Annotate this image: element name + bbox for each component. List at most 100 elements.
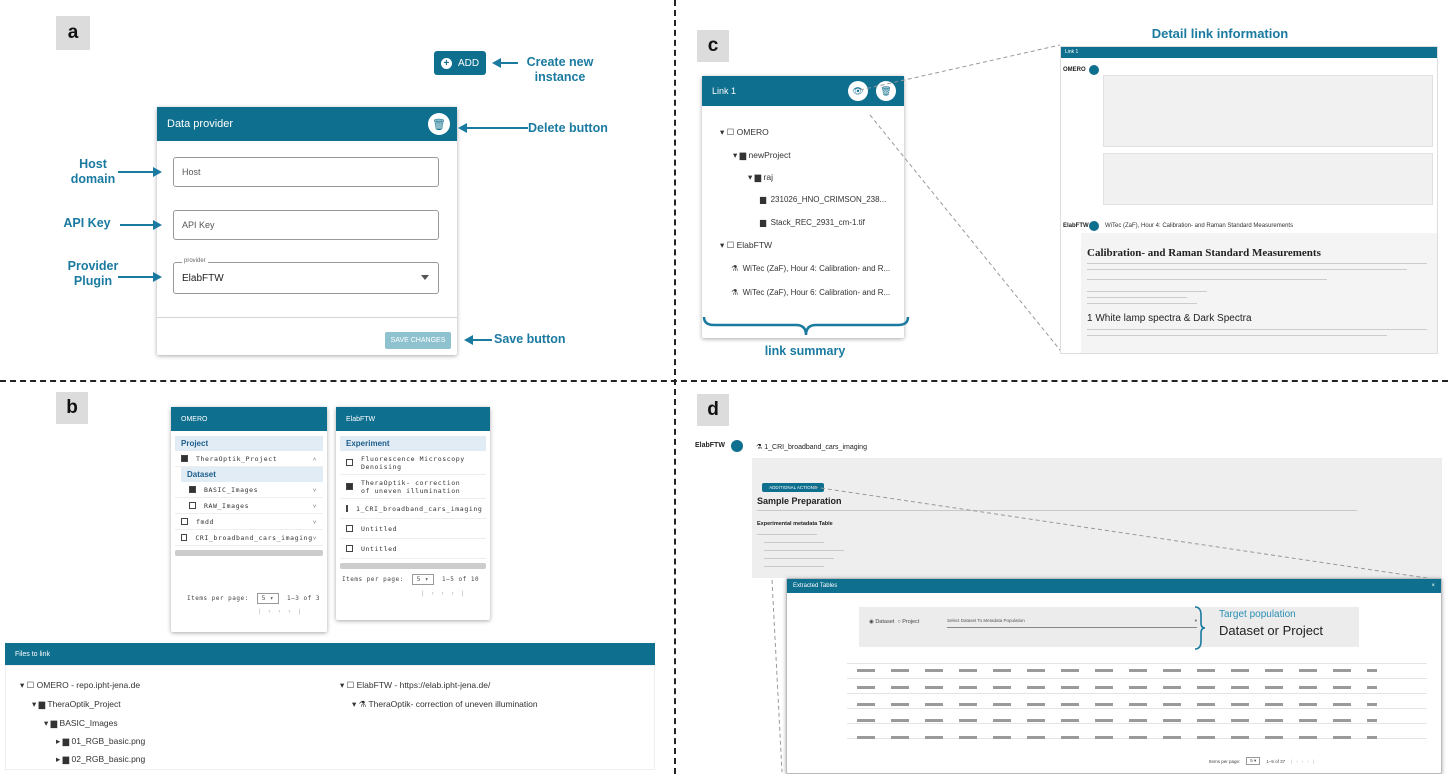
annot-save: Save button <box>494 332 566 346</box>
dataset-row-1[interactable]: BASIC_Images ˅ <box>175 482 323 498</box>
pagination-arrows[interactable]: |‹‹›| <box>422 591 471 597</box>
checkbox[interactable] <box>346 505 348 512</box>
api-key-input[interactable]: API Key <box>173 210 439 240</box>
tree-label: Stack_REC_2931_cm-1.tif <box>770 218 865 227</box>
files-to-link-title: Files to link <box>15 650 51 658</box>
d-pagination: Items per page: 5 ▾ 1–5 of 37 |‹‹›| <box>1209 757 1318 765</box>
host-input[interactable]: Host <box>173 157 439 187</box>
plus-circle-icon: + <box>440 57 452 69</box>
add-button[interactable]: + ADD <box>434 51 486 75</box>
arrow-create <box>492 58 518 68</box>
panel-label-d: d <box>697 394 729 426</box>
link-summary-label: link summary <box>764 344 846 358</box>
radio-group[interactable]: ◉ Dataset ○ Project <box>869 619 919 625</box>
experiment-row-2[interactable]: TheraOptik- correction of uneven illumin… <box>340 475 486 499</box>
card-title: Data provider <box>167 118 234 130</box>
experiment-name: TheraOptik- correction of uneven illumin… <box>361 478 461 495</box>
target-brace <box>1194 606 1206 650</box>
elab-link-icon <box>1089 221 1099 231</box>
link-tree-project[interactable]: ▾ ▆ newProject <box>733 150 791 161</box>
pagination-arrows[interactable]: |‹‹›| <box>1291 759 1318 764</box>
delete-button[interactable]: 🗑 <box>428 113 450 135</box>
chevron-down-icon: ˅ <box>312 517 317 526</box>
file-tree-project[interactable]: ▾ ▆ TheraOptik_Project <box>32 699 121 710</box>
checkbox[interactable] <box>181 518 188 525</box>
experiment-row-3[interactable]: 1_CRI_broadband_cars_imaging <box>340 499 486 519</box>
tree-label: TheraOptik_Project <box>47 699 121 709</box>
annot-api-key: API Key <box>63 216 111 230</box>
detail-window: Link 1 OMERO ElabFTW WiTec (ZaF), Hour 4… <box>1060 46 1438 354</box>
detail-exp-title: WiTec (ZaF), Hour 4: Calibration- and Ra… <box>1105 223 1294 229</box>
file-tree-omero[interactable]: ▾ ☐ OMERO - repo.ipht-jena.de <box>20 680 140 691</box>
page-range: 1–3 of 3 <box>287 595 320 602</box>
vertical-divider <box>674 0 676 774</box>
file-tree-dataset[interactable]: ▾ ▆ BASIC_Images <box>44 718 118 729</box>
checkbox[interactable] <box>346 459 353 466</box>
items-per-page-label: Items per page: <box>187 595 249 602</box>
checkbox[interactable] <box>189 502 196 509</box>
arrow-api <box>120 220 162 230</box>
caret-down-icon <box>421 275 429 280</box>
link-tree-omero[interactable]: ▾ ☐ OMERO <box>720 127 769 138</box>
elab-link-icon <box>731 440 743 452</box>
link-tree-elab[interactable]: ▾ ☐ ElabFTW <box>720 240 772 251</box>
chevron-down-icon: ˅ <box>312 501 317 510</box>
checkbox-checked[interactable] <box>189 486 196 493</box>
file-tree-image-1[interactable]: ▸ ▆ 01_RGB_basic.png <box>56 736 145 747</box>
elab-experiment-header: Experiment <box>340 436 486 451</box>
omero-card: OMERO Project TheraOptik_Project ˄ Datase… <box>171 407 327 632</box>
detail-elab-label: ElabFTW <box>1063 223 1089 229</box>
experiment-row-5[interactable]: Untitled <box>340 539 486 559</box>
project-name: fmdd <box>196 517 215 526</box>
omero-detail-block-2 <box>1103 153 1433 205</box>
annot-plugin: Provider Plugin <box>67 259 119 288</box>
pagination-arrows[interactable]: |‹‹›| <box>259 609 308 615</box>
page-range: 1–5 of 10 <box>442 576 480 583</box>
checkbox-checked[interactable] <box>346 483 353 490</box>
file-tree-elab[interactable]: ▾ ☐ ElabFTW - https://elab.ipht-jena.de/ <box>340 680 490 691</box>
omero-detail-block <box>1103 75 1433 147</box>
checkbox-checked[interactable] <box>181 455 188 462</box>
link-tree-image-2[interactable]: ▆ Stack_REC_2931_cm-1.tif <box>760 218 865 227</box>
dialog-header: Extracted Tables × <box>787 579 1441 593</box>
doc-subheading: 1 White lamp spectra & Dark Spectra <box>1087 313 1252 324</box>
file-tree-image-2[interactable]: ▸ ▆ 02_RGB_basic.png <box>56 754 145 765</box>
checkbox[interactable] <box>346 545 353 552</box>
dataset-row-2[interactable]: RAW_Images ˅ <box>175 498 323 514</box>
save-changes-button[interactable]: SAVE CHANGES <box>385 332 451 349</box>
close-icon[interactable]: × <box>1431 583 1435 589</box>
dataset-name: BASIC_Images <box>204 485 259 494</box>
project-row-2[interactable]: fmdd ˅ <box>175 514 323 530</box>
dialog-title: Extracted Tables <box>793 583 838 589</box>
ipp-value: 5 <box>416 576 421 583</box>
omero-project-header: Project <box>175 436 323 451</box>
annot-create: Create new instance <box>526 55 594 84</box>
provider-select[interactable]: provider ElabFTW <box>173 258 439 294</box>
omero-project-row[interactable]: TheraOptik_Project ˄ <box>175 451 323 467</box>
items-per-page-select[interactable]: 5 ▾ <box>256 593 280 604</box>
trash-icon: 🗑 <box>432 118 446 131</box>
file-tree-experiment[interactable]: ▾ ⚗ TheraOptik- correction of uneven ill… <box>352 699 538 710</box>
card-header: Data provider <box>157 107 457 141</box>
dataset-select[interactable]: Select Dataset To Metadata Population ▾ <box>947 614 1197 628</box>
experiment-row-1[interactable]: Fluorescence Microscopy Denoising <box>340 451 486 475</box>
checkbox[interactable] <box>181 534 188 541</box>
elab-title: ElabFTW <box>346 415 376 423</box>
provider-value: ElabFTW <box>182 272 224 284</box>
elab-card: ElabFTW Experiment Fluorescence Microsco… <box>336 407 490 620</box>
elab-header: ElabFTW <box>336 407 490 431</box>
items-per-page-select[interactable]: 5 ▾ <box>411 574 435 585</box>
omero-dataset-header: Dataset <box>181 467 323 482</box>
horizontal-scrollbar[interactable] <box>340 563 486 569</box>
tree-label: raj <box>763 172 773 182</box>
experiment-row-4[interactable]: Untitled <box>340 519 486 539</box>
extracted-tables-dialog: Extracted Tables × ◉ Dataset ○ Project S… <box>786 578 1442 774</box>
chevron-down-icon: ˅ <box>312 485 317 494</box>
panel-label-b: b <box>56 392 88 424</box>
project-row-3[interactable]: CRI_broadband_cars_imaging ˅ <box>175 530 323 546</box>
items-per-page-select[interactable]: 5 ▾ <box>1246 757 1261 765</box>
link-tree-dataset[interactable]: ▾ ▆ raj <box>748 172 773 183</box>
ipp-value: 5 <box>1250 758 1253 763</box>
horizontal-scrollbar[interactable] <box>175 550 323 556</box>
checkbox[interactable] <box>346 525 353 532</box>
